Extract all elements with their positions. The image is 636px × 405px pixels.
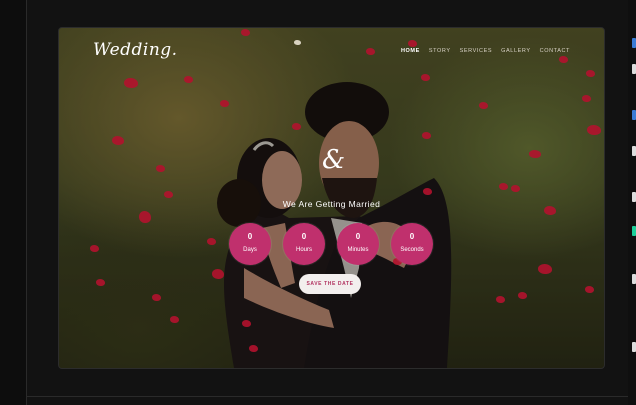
- right-edge-strip: [628, 0, 636, 405]
- hero-headline: We Are Getting Married: [282, 199, 381, 209]
- countdown-seconds: 0 Seconds: [391, 223, 433, 265]
- website-preview: Wedding. HOME STORY SERVICES GALLERY CON…: [58, 27, 605, 369]
- save-the-date-button[interactable]: SAVE THE DATE: [299, 274, 361, 294]
- seconds-label: Seconds: [400, 247, 424, 253]
- nav-gallery[interactable]: GALLERY: [501, 48, 530, 54]
- minutes-label: Minutes: [347, 247, 369, 253]
- ampersand-ornament: &: [322, 145, 346, 175]
- nav-contact[interactable]: CONTACT: [540, 48, 570, 54]
- minutes-value: 0: [355, 232, 361, 241]
- site-header: Wedding. HOME STORY SERVICES GALLERY CON…: [59, 28, 604, 78]
- nav-services[interactable]: SERVICES: [460, 48, 493, 54]
- countdown-minutes: 0 Minutes: [337, 223, 379, 265]
- couple-photo: [217, 82, 452, 368]
- nav-story[interactable]: STORY: [429, 48, 451, 54]
- seconds-value: 0: [409, 232, 415, 241]
- countdown: 0 Days 0 Hours 0 Minutes 0 Seconds: [229, 223, 433, 265]
- countdown-days: 0 Days: [229, 223, 271, 265]
- hours-label: Hours: [295, 247, 312, 253]
- hours-value: 0: [301, 232, 307, 241]
- divider: [26, 396, 636, 397]
- site-logo[interactable]: Wedding.: [93, 40, 178, 60]
- site-nav: HOME STORY SERVICES GALLERY CONTACT: [401, 48, 570, 54]
- days-value: 0: [247, 232, 253, 241]
- nav-home[interactable]: HOME: [401, 48, 420, 54]
- days-label: Days: [243, 247, 257, 253]
- left-rail: [0, 0, 27, 405]
- countdown-hours: 0 Hours: [283, 223, 325, 265]
